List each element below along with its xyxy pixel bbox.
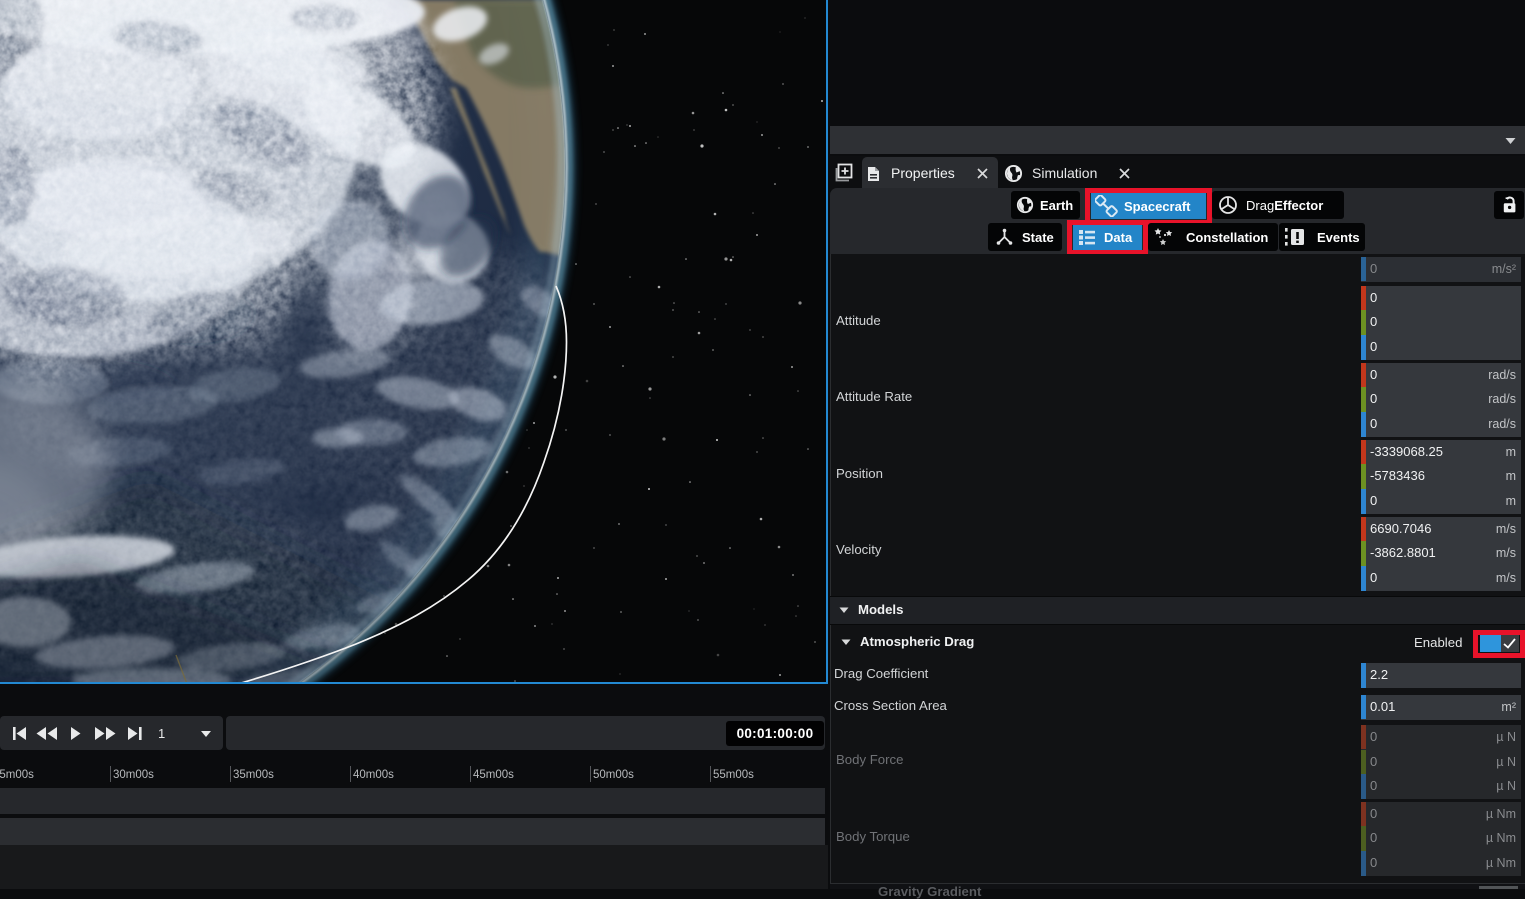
svg-text:1: 1	[158, 726, 165, 741]
